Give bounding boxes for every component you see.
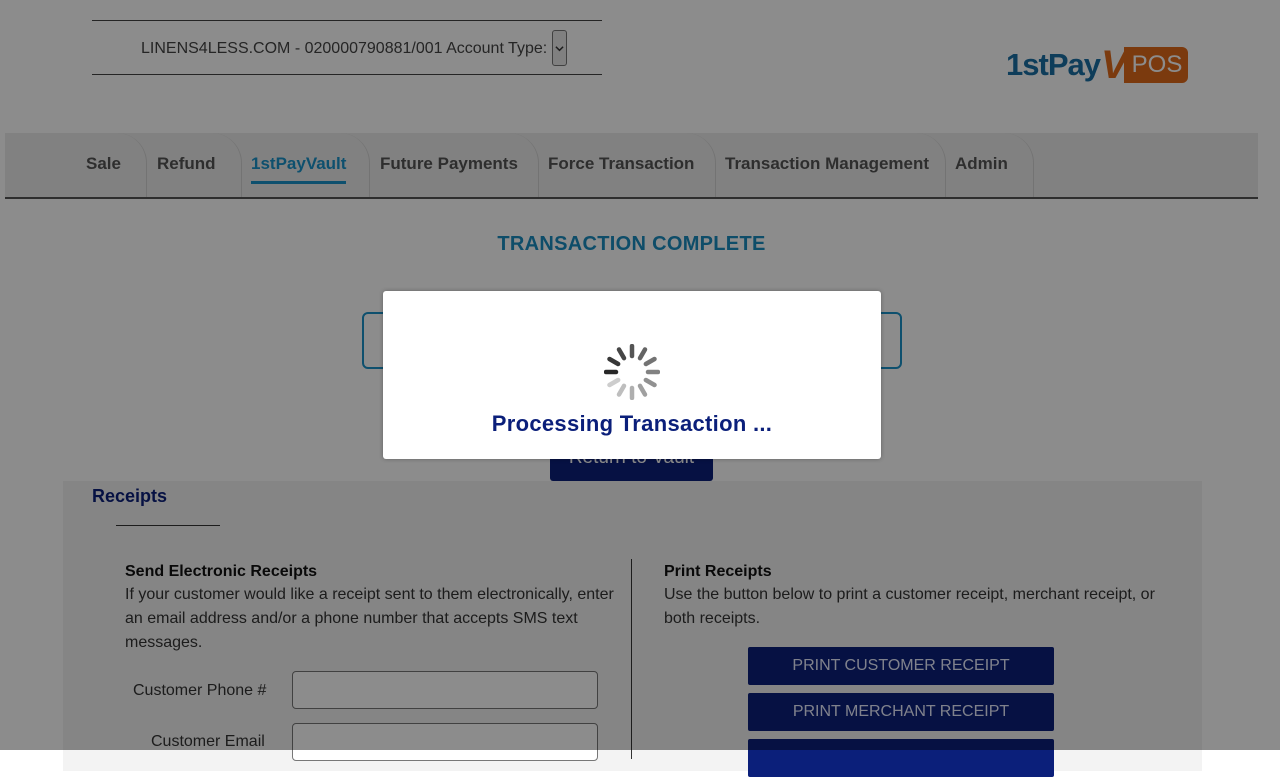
spinner-segment bbox=[616, 347, 627, 361]
spinner-segment bbox=[643, 377, 657, 388]
spinner-segment bbox=[607, 377, 621, 388]
spinner-segment bbox=[637, 347, 648, 361]
spinner-segment bbox=[637, 383, 648, 397]
spinner-segment bbox=[643, 356, 657, 367]
processing-message: Processing Transaction ... bbox=[491, 411, 773, 436]
spinner-segment bbox=[616, 383, 627, 397]
processing-dialog: Processing Transaction ... bbox=[383, 291, 881, 459]
loading-spinner-icon bbox=[604, 344, 660, 400]
spinner-segment bbox=[607, 356, 621, 367]
